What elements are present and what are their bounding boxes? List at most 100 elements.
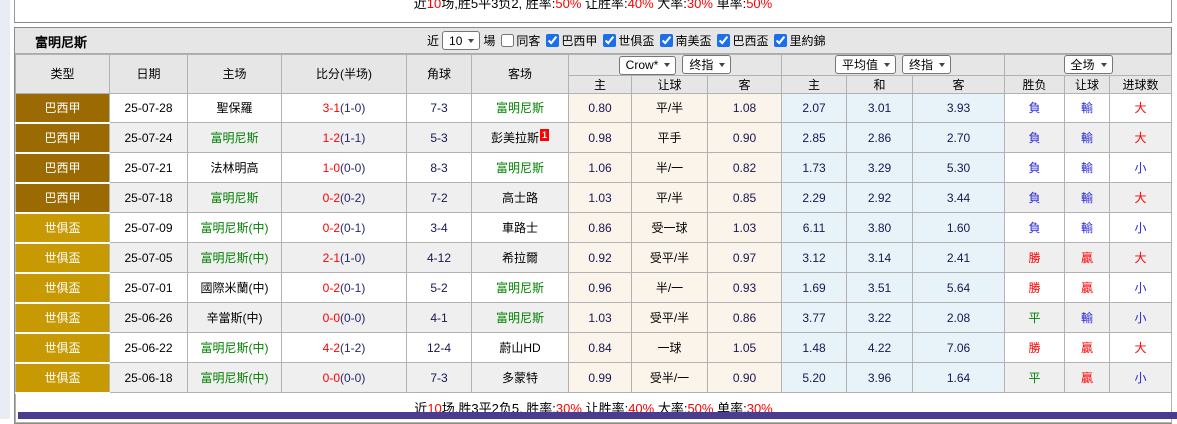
away-team-cell: 富明尼斯 [471, 152, 569, 183]
outcome-cell: 負 [1004, 92, 1066, 123]
away-team-link[interactable]: 多蒙特 [502, 371, 538, 385]
summary-segment: 近 [413, 0, 427, 11]
league-cell: 世俱盃 [15, 332, 110, 364]
score-cell: 0-2(0-2) [281, 182, 407, 213]
home-team-link[interactable]: 法林明高 [210, 161, 258, 175]
fulltime-score: 0-2 [322, 190, 340, 205]
filter-controls: 近 10 場 同客 巴西甲 世俱盃 南美盃 巴西盃 里約錦 [427, 28, 825, 53]
date-cell: 25-07-28 [109, 92, 188, 123]
filter-option[interactable]: 南美盃 [654, 32, 711, 49]
handicap-away-odds: 0.97 [706, 242, 783, 273]
away-team-link[interactable]: 蔚山HD [499, 341, 540, 355]
sub-header-outcome: 胜负 [1004, 74, 1066, 94]
goals-cell: 小 [1109, 152, 1173, 183]
home-team-cell: 辛當斯(中) [187, 302, 282, 333]
score-cell: 3-1(1-0) [281, 92, 407, 123]
home-team-link[interactable]: 辛當斯(中) [207, 311, 263, 325]
away-team-link[interactable]: 彭美拉斯 [491, 131, 539, 145]
euro-home-odds: 2.85 [781, 122, 848, 153]
filter-option[interactable]: 同客 [495, 32, 540, 49]
away-team-link[interactable]: 希拉爾 [502, 251, 538, 265]
home-team-link[interactable]: 富明尼斯 [210, 131, 258, 145]
euro-draw-odds: 4.22 [846, 332, 914, 363]
corners-cell: 5-3 [406, 122, 472, 153]
league-cell: 世俱盃 [15, 242, 110, 274]
home-team-link[interactable]: 富明尼斯(中) [201, 251, 269, 265]
home-team-cell: 富明尼斯(中) [187, 332, 282, 363]
home-team-link[interactable]: 富明尼斯(中) [201, 221, 269, 235]
halftime-score: (0-0) [340, 370, 366, 385]
corners-cell: 5-2 [406, 272, 472, 303]
europe-stage-select[interactable]: 终指 [902, 55, 952, 75]
handicap-result-cell: 輸 [1064, 122, 1111, 153]
score-cell: 4-2(1-2) [281, 332, 407, 363]
date-cell: 25-07-09 [109, 212, 188, 243]
recent-count-select[interactable]: 10 [442, 31, 481, 50]
home-team-link[interactable]: 富明尼斯 [210, 191, 258, 205]
filter-checkbox[interactable] [774, 33, 788, 47]
away-team-cell: 富明尼斯 [471, 272, 569, 303]
away-team-link[interactable]: 富明尼斯 [496, 311, 544, 325]
filter-checkbox[interactable] [717, 33, 731, 47]
handicap-source-select[interactable]: Crow* [618, 55, 677, 75]
outcome-cell: 平 [1004, 302, 1066, 333]
home-team-link[interactable]: 富明尼斯(中) [201, 371, 269, 385]
handicap-line: 一球 [631, 332, 708, 363]
handicap-group-header: Crow* 终指 [567, 54, 783, 76]
euro-draw-odds: 3.29 [846, 152, 914, 183]
filter-checkbox[interactable] [501, 33, 515, 47]
handicap-home-odds: 0.99 [568, 362, 632, 393]
euro-home-odds: 1.73 [781, 152, 848, 183]
result-group-header: 全场 [1004, 54, 1173, 76]
filter-checkbox[interactable] [546, 33, 560, 47]
match-row: 世俱盃 25-06-26 辛當斯(中) 0-0(0-0) 4-1 富明尼斯 1.03 受平/半… [15, 302, 1173, 334]
goals-cell: 小 [1109, 302, 1173, 333]
sub-header-goals: 进球数 [1109, 74, 1173, 94]
filter-option[interactable]: 里約錦 [768, 32, 825, 49]
match-row: 巴西甲 25-07-24 富明尼斯 1-2(1-1) 5-3 彭美拉斯 1 0.98 平手 0.9… [15, 122, 1173, 154]
europe-source-select[interactable]: 平均值 [835, 55, 897, 75]
filter-option[interactable]: 巴西盃 [711, 32, 768, 49]
home-team-link[interactable]: 聖保羅 [216, 101, 252, 115]
filter-option[interactable]: 世俱盃 [597, 32, 654, 49]
halftime-score: (0-1) [340, 280, 366, 295]
euro-home-odds: 2.07 [781, 92, 848, 123]
summary-segment: 让胜率: [581, 0, 628, 11]
away-team-link[interactable]: 車路士 [502, 221, 538, 235]
away-team-cell: 蔚山HD [471, 332, 569, 363]
handicap-result-cell: 贏 [1064, 362, 1111, 393]
date-cell: 25-07-18 [109, 182, 188, 213]
scope-select[interactable]: 全场 [1063, 55, 1113, 75]
match-row: 世俱盃 25-06-18 富明尼斯(中) 0-0(0-0) 7-3 多蒙特 0.99 受半/一… [15, 362, 1173, 394]
euro-away-odds: 1.60 [912, 212, 1006, 243]
handicap-result-cell: 輸 [1064, 212, 1111, 243]
outcome-value: 勝 [1028, 281, 1041, 295]
filter-option[interactable]: 巴西甲 [540, 32, 597, 49]
home-team-link[interactable]: 富明尼斯(中) [201, 341, 269, 355]
handicap-home-odds: 0.86 [568, 212, 632, 243]
home-team-link[interactable]: 國際米蘭(中) [201, 281, 269, 295]
handicap-stage-select[interactable]: 终指 [682, 55, 732, 74]
summary-segment: 40% [627, 0, 654, 11]
handicap-away-odds: 0.82 [706, 152, 783, 183]
col-header-date: 日期 [109, 54, 188, 94]
away-team-cell: 富明尼斯 [471, 302, 569, 333]
outcome-value: 平 [1028, 311, 1041, 325]
handicap-result-cell: 贏 [1064, 272, 1111, 303]
filter-label: 世俱盃 [618, 33, 655, 48]
score-cell: 2-1(1-0) [281, 242, 407, 273]
away-team-link[interactable]: 富明尼斯 [496, 101, 544, 115]
league-cell: 世俱盃 [15, 362, 110, 394]
away-team-link[interactable]: 富明尼斯 [496, 281, 544, 295]
euro-away-odds: 5.30 [912, 152, 1006, 183]
filter-checkbox[interactable] [660, 33, 674, 47]
away-team-link[interactable]: 高士路 [502, 191, 538, 205]
corners-cell: 7-2 [406, 182, 472, 213]
outcome-cell: 負 [1004, 122, 1066, 153]
euro-away-odds: 3.93 [912, 92, 1006, 123]
goals-cell: 大 [1109, 92, 1173, 123]
filter-checkbox[interactable] [603, 33, 617, 47]
corners-cell: 3-4 [406, 212, 472, 243]
sub-header-europe-away: 客 [912, 74, 1006, 94]
away-team-link[interactable]: 富明尼斯 [496, 161, 544, 175]
